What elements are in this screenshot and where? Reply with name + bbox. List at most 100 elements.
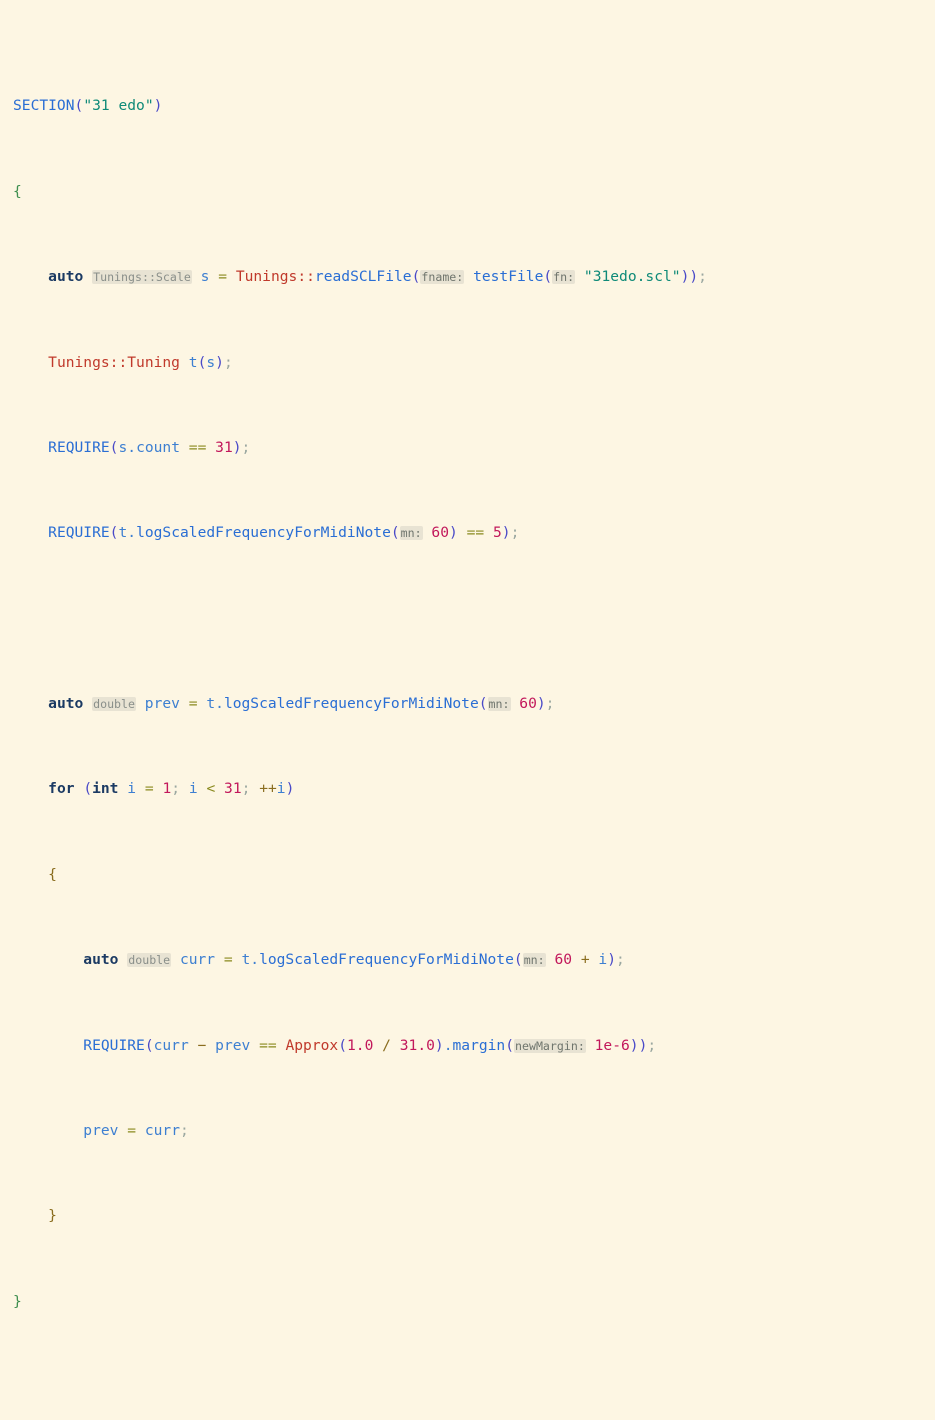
param-inlay-hint-mn: mn: [399, 526, 423, 541]
require-macro: REQUIRE [48, 524, 110, 542]
paren: ( [513, 951, 523, 969]
namespace-tunings: Tunings [48, 353, 110, 371]
paren: ) [434, 1036, 444, 1054]
code-line-9: for (int i = 1; i < 31; ++i) [13, 778, 935, 799]
auto-keyword: auto [48, 695, 84, 712]
member-count: count [136, 438, 180, 456]
paren: ) [536, 695, 546, 712]
require-macro: REQUIRE [48, 438, 110, 456]
increment-operator: ++ [259, 780, 277, 798]
minus-operator: − [197, 1036, 207, 1054]
semicolon: ; [616, 951, 625, 969]
variable-s: s [118, 438, 128, 456]
scope-operator: :: [109, 353, 128, 371]
code-line-5: REQUIRE(s.count == 31); [13, 437, 935, 458]
variable-s: s [200, 268, 210, 286]
close-brace: } [13, 1292, 22, 1310]
test-file-call: testFile [473, 268, 544, 286]
close-brace: } [48, 1207, 57, 1225]
paren: ( [83, 780, 93, 798]
param-inlay-hint-fn: fn: [552, 270, 576, 285]
code-line-15: } [13, 1291, 935, 1312]
type-inlay-hint: Tunings::Scale [92, 270, 192, 285]
auto-keyword: auto [48, 268, 84, 286]
variable-prev: prev [144, 695, 180, 712]
variable-i: i [598, 951, 608, 969]
variable-i: i [188, 780, 198, 798]
approx-denominator: 31.0 [399, 1036, 435, 1054]
dot: . [250, 951, 260, 969]
section-macro: SECTION [13, 97, 75, 115]
variable-t: t [188, 353, 198, 371]
require-macro: REQUIRE [83, 1036, 145, 1054]
code-line-3: auto Tunings::Scale s = Tunings::readSCL… [13, 266, 935, 287]
paren: ) [232, 438, 242, 456]
log-scaled-call: logScaledFrequencyForMidiNote [136, 524, 391, 542]
open-brace: { [48, 865, 57, 883]
paren: )) [680, 268, 699, 286]
midi-note-value: 60 [554, 951, 573, 969]
scl-file-string: "31edo.scl" [583, 268, 681, 286]
paren: ( [505, 1036, 515, 1054]
code-line-4: Tunings::Tuning t(s); [13, 352, 935, 373]
code-line-11: auto double curr = t.logScaledFrequencyF… [13, 949, 935, 970]
variable-curr: curr [144, 1121, 180, 1139]
class-tuning: Tuning [127, 353, 180, 371]
count-value: 31 [215, 438, 233, 456]
midi-note-value: 60 [431, 524, 449, 542]
variable-prev: prev [83, 1121, 119, 1139]
namespace-tunings: Tunings [235, 268, 298, 286]
paren: ) [501, 524, 511, 542]
dot: . [215, 695, 224, 712]
param-inlay-hint-mn: mn: [487, 697, 511, 711]
variable-s: s [206, 353, 216, 371]
variable-i: i [276, 780, 286, 798]
for-keyword: for [48, 780, 75, 798]
plus-operator: + [580, 951, 590, 969]
semicolon: ; [545, 695, 555, 712]
assign-operator: = [127, 1121, 137, 1139]
type-inlay-hint-double: double [127, 953, 172, 968]
margin-value: 1e-6 [594, 1036, 630, 1054]
dot: . [443, 1036, 453, 1054]
param-inlay-hint-fname: fname: [420, 270, 465, 285]
param-inlay-hint-mn: mn: [522, 953, 546, 968]
variable-t: t [241, 951, 251, 969]
assign-operator: = [144, 780, 154, 798]
paren: ) [153, 97, 163, 115]
read-scl-file-call: readSCLFile [314, 268, 412, 286]
type-inlay-hint-double: double [92, 697, 136, 711]
semicolon: ; [510, 524, 520, 542]
semicolon: ; [647, 1036, 657, 1054]
semicolon: ; [171, 780, 181, 798]
paren: ) [285, 780, 295, 798]
assign-operator: = [218, 268, 228, 286]
loop-limit: 31 [224, 780, 242, 798]
approx-numerator: 1.0 [347, 1036, 374, 1054]
semicolon: ; [223, 353, 233, 371]
expected-log-freq: 5 [492, 524, 502, 542]
paren: )) [629, 1036, 648, 1054]
paren: ) [215, 353, 224, 371]
approx-class: Approx [285, 1036, 339, 1054]
variable-curr: curr [179, 951, 216, 969]
equality-operator: == [259, 1036, 277, 1054]
dot: . [127, 524, 137, 542]
paren: ) [607, 951, 616, 969]
paren: ( [478, 695, 488, 712]
code-line-2: { [13, 181, 935, 202]
margin-call: margin [452, 1036, 506, 1054]
code-editor[interactable]: SECTION("31 edo") { auto Tunings::Scale … [0, 0, 935, 1420]
equality-operator: == [188, 438, 207, 456]
int-keyword: int [92, 780, 119, 798]
paren: ( [338, 1036, 347, 1054]
paren: ( [390, 524, 400, 542]
less-than-operator: < [206, 780, 216, 798]
semicolon: ; [180, 1121, 189, 1139]
paren: ) [449, 524, 458, 542]
paren: ( [144, 1036, 154, 1054]
code-line-12: REQUIRE(curr − prev == Approx(1.0 / 31.0… [13, 1035, 935, 1056]
log-scaled-call: logScaledFrequencyForMidiNote [259, 951, 514, 969]
divide-operator: / [382, 1036, 391, 1054]
code-line-6: REQUIRE(t.logScaledFrequencyForMidiNote(… [13, 522, 935, 543]
